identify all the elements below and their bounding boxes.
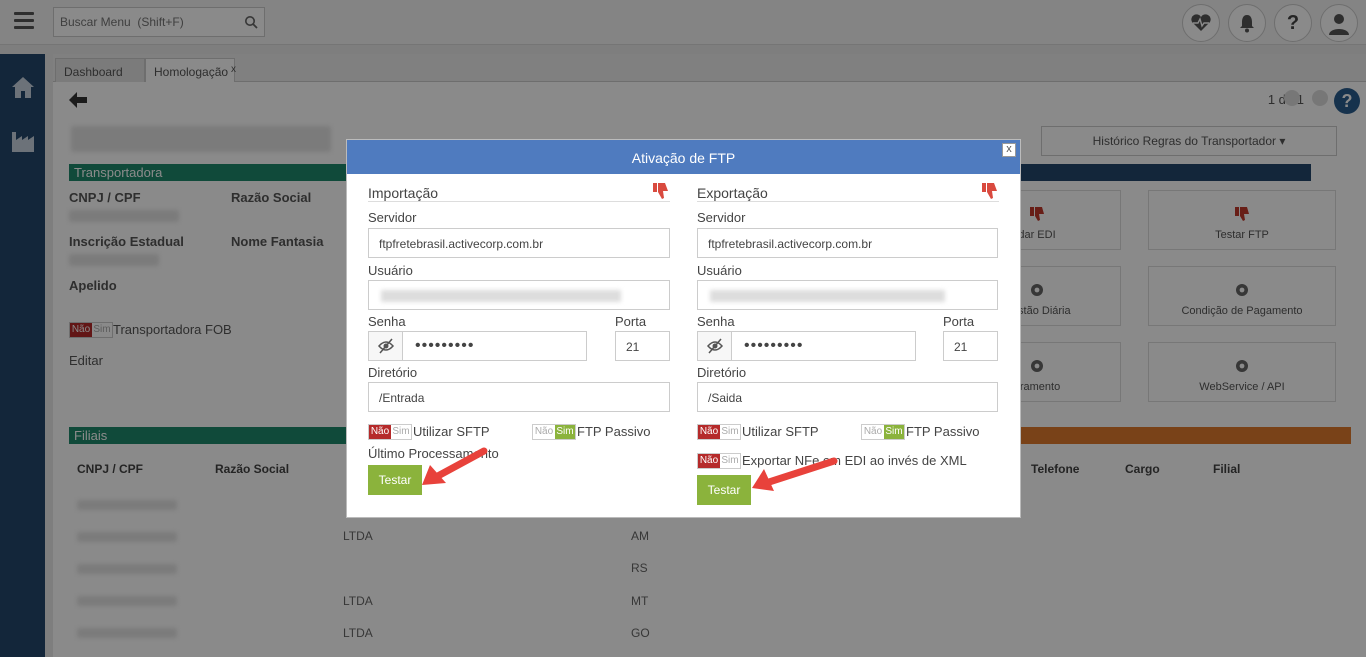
toggle-no: Não — [698, 425, 720, 439]
servidor-label: Servidor — [697, 210, 746, 225]
red-arrow-annotation — [752, 457, 838, 491]
importacao-title: Importação — [368, 180, 670, 202]
toggle-no: Não — [369, 425, 391, 439]
toggle-yes: Sim — [720, 425, 740, 439]
usuario-label: Usuário — [368, 263, 413, 278]
exportacao-column: Exportação Servidor ftpfretebrasil.activ… — [697, 180, 999, 505]
red-arrow-annotation — [422, 447, 488, 485]
diretorio-input[interactable]: /Saida — [697, 382, 998, 412]
sftp-label: Utilizar SFTP — [742, 424, 819, 439]
toggle-yes: Sim — [720, 454, 740, 468]
senha-label: Senha — [368, 314, 406, 329]
sftp-toggle[interactable]: Não Sim — [368, 424, 412, 440]
ftp-passivo-label: FTP Passivo — [906, 424, 980, 439]
senha-mask: ••••••••• — [415, 337, 475, 354]
modal-title: Ativação de FTP — [347, 140, 1020, 174]
usuario-label: Usuário — [697, 263, 742, 278]
diretorio-input[interactable]: /Entrada — [368, 382, 670, 412]
sftp-label: Utilizar SFTP — [413, 424, 490, 439]
eye-slash-icon[interactable] — [369, 332, 403, 360]
servidor-input[interactable]: ftpfretebrasil.activecorp.com.br — [368, 228, 670, 258]
servidor-input[interactable]: ftpfretebrasil.activecorp.com.br — [697, 228, 998, 258]
toggle-yes: Sim — [555, 425, 575, 439]
servidor-label: Servidor — [368, 210, 417, 225]
toggle-no: Não — [533, 425, 555, 439]
toggle-yes: Sim — [884, 425, 904, 439]
eye-slash-icon[interactable] — [698, 332, 732, 360]
importacao-column: Importação Servidor ftpfretebrasil.activ… — [368, 180, 670, 495]
importacao-title-text: Importação — [368, 185, 439, 201]
thumbs-down-icon — [653, 183, 668, 199]
exportacao-title-text: Exportação — [697, 185, 768, 201]
testar-exportacao-button[interactable]: Testar — [697, 475, 751, 505]
blurred-username — [710, 290, 945, 302]
senha-input[interactable]: ••••••••• — [368, 331, 587, 361]
porta-input[interactable]: 21 — [943, 331, 998, 361]
blurred-username — [381, 290, 621, 302]
ftp-passivo-label: FTP Passivo — [577, 424, 651, 439]
ftp-passivo-toggle[interactable]: Não Sim — [532, 424, 576, 440]
senha-mask: ••••••••• — [744, 337, 804, 354]
exportacao-title: Exportação — [697, 180, 999, 202]
nfe-edi-toggle[interactable]: Não Sim — [697, 453, 741, 469]
senha-input[interactable]: ••••••••• — [697, 331, 916, 361]
toggle-yes: Sim — [391, 425, 411, 439]
testar-importacao-button[interactable]: Testar — [368, 465, 422, 495]
ftp-passivo-toggle[interactable]: Não Sim — [861, 424, 905, 440]
diretorio-label: Diretório — [697, 365, 747, 380]
modal-close-icon[interactable]: x — [1002, 143, 1016, 157]
porta-label: Porta — [615, 314, 647, 329]
thumbs-down-icon — [982, 183, 997, 199]
sftp-toggle[interactable]: Não Sim — [697, 424, 741, 440]
porta-label: Porta — [943, 314, 975, 329]
usuario-input[interactable] — [368, 280, 670, 310]
toggle-no: Não — [862, 425, 884, 439]
usuario-input[interactable] — [697, 280, 998, 310]
porta-input[interactable]: 21 — [615, 331, 670, 361]
toggle-no: Não — [698, 454, 720, 468]
senha-label: Senha — [697, 314, 735, 329]
diretorio-label: Diretório — [368, 365, 418, 380]
